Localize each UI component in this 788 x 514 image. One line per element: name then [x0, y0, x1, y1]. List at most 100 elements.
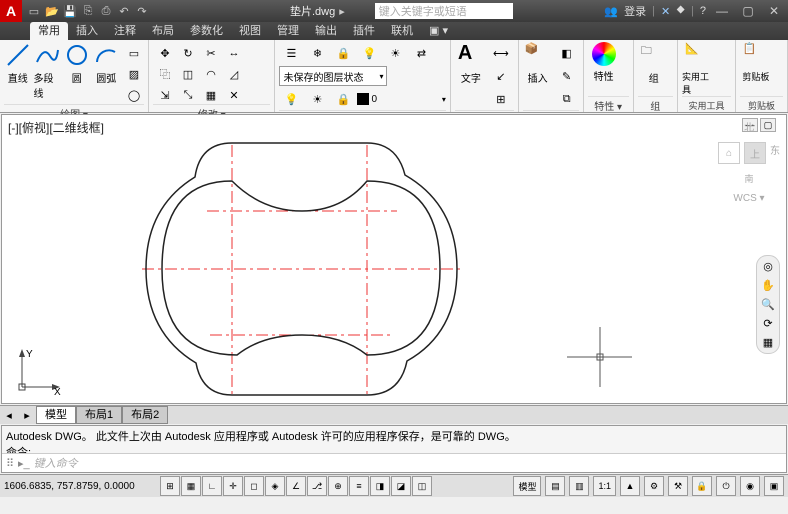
- rectangle-icon[interactable]: ▭: [122, 42, 146, 64]
- leader-icon[interactable]: ↙: [489, 65, 513, 87]
- block-attr-icon[interactable]: ⧉: [555, 88, 579, 110]
- lock-icon[interactable]: 🔒: [331, 88, 355, 110]
- ellipse-icon[interactable]: ◯: [122, 84, 146, 106]
- grid-toggle[interactable]: ▦: [181, 476, 201, 496]
- showmotion-icon[interactable]: ▦: [763, 336, 773, 349]
- tab-view[interactable]: 视图: [231, 22, 269, 40]
- qat-redo-icon[interactable]: ↷: [134, 3, 150, 19]
- infocenter-icon[interactable]: 👥: [604, 5, 618, 18]
- clean-screen-icon[interactable]: ▣: [764, 476, 784, 496]
- tab-layout[interactable]: 布局: [144, 22, 182, 40]
- lwt-toggle[interactable]: ≡: [349, 476, 369, 496]
- extend-icon[interactable]: ↔: [222, 42, 246, 64]
- tab-plugins[interactable]: 插件: [345, 22, 383, 40]
- layout-next-icon[interactable]: ▸: [18, 409, 36, 422]
- rotate-icon[interactable]: ↻: [176, 42, 200, 64]
- isolate-objects-icon[interactable]: ◉: [740, 476, 760, 496]
- hardware-accel-icon[interactable]: ⏻: [716, 476, 736, 496]
- clipboard-button[interactable]: 📋剪贴板: [740, 42, 772, 83]
- workspace-switch-icon[interactable]: ⚒: [668, 476, 688, 496]
- otrack-toggle[interactable]: ∠: [286, 476, 306, 496]
- drawing-canvas[interactable]: [-][俯视][二维线框] — ▢ Y X: [1, 114, 787, 404]
- dimension-icon[interactable]: ⟷: [489, 42, 513, 64]
- layer-isolate-icon[interactable]: ☀: [383, 42, 407, 64]
- wcs-label[interactable]: WCS ▾: [733, 193, 764, 204]
- tab-online[interactable]: 联机: [383, 22, 421, 40]
- minimize-button[interactable]: —: [712, 3, 732, 19]
- snap-toggle[interactable]: ⊞: [160, 476, 180, 496]
- exchange-icon[interactable]: ✕: [661, 5, 670, 18]
- ducs-toggle[interactable]: ⎇: [307, 476, 327, 496]
- osnap-toggle[interactable]: ◻: [244, 476, 264, 496]
- qat-save-icon[interactable]: 💾: [62, 3, 78, 19]
- pan-icon[interactable]: ✋: [761, 279, 775, 292]
- tab-extra[interactable]: ▣ ▾: [421, 22, 456, 40]
- close-button[interactable]: ✕: [764, 3, 784, 19]
- insert-block-button[interactable]: 📦插入: [523, 42, 553, 85]
- quickview-drawings-icon[interactable]: ▥: [569, 476, 589, 496]
- coordinate-readout[interactable]: 1606.6835, 757.8759, 0.0000: [4, 481, 154, 492]
- bulb-icon[interactable]: 💡: [279, 88, 303, 110]
- line-button[interactable]: 直线: [4, 42, 32, 85]
- qp-toggle[interactable]: ◪: [391, 476, 411, 496]
- dyn-toggle[interactable]: ⊕: [328, 476, 348, 496]
- help-icon[interactable]: ?: [700, 5, 706, 17]
- scale-icon[interactable]: ⤡: [176, 84, 200, 106]
- panel-util-label[interactable]: 实用工具: [682, 96, 731, 112]
- orbit-icon[interactable]: ⟳: [763, 317, 772, 330]
- layer-state-combo[interactable]: 未保存的图层状态▾: [279, 66, 387, 86]
- copy-icon[interactable]: ⿻: [153, 63, 177, 85]
- annovisibility-toggle[interactable]: ▲: [620, 476, 640, 496]
- qat-print-icon[interactable]: ⎙: [98, 3, 114, 19]
- panel-prop-label[interactable]: 特性 ▾: [588, 96, 629, 112]
- tab-output[interactable]: 输出: [307, 22, 345, 40]
- erase-icon[interactable]: ✕: [222, 84, 246, 106]
- tab-insert[interactable]: 插入: [68, 22, 106, 40]
- circle-button[interactable]: 圆: [63, 42, 91, 85]
- array-icon[interactable]: ▦: [199, 84, 223, 106]
- arc-button[interactable]: 圆弧: [93, 42, 121, 85]
- quickview-layouts-icon[interactable]: ▤: [545, 476, 565, 496]
- command-input[interactable]: 键入命令: [34, 455, 786, 471]
- layer-props-icon[interactable]: ☰: [279, 42, 303, 64]
- command-handle-icon[interactable]: ⠿: [2, 457, 18, 470]
- group-button[interactable]: 🗀组: [638, 42, 670, 85]
- qat-saveas-icon[interactable]: ⎘: [80, 3, 96, 19]
- create-block-icon[interactable]: ◧: [555, 42, 579, 64]
- viewcube-east-icon[interactable]: 东: [770, 142, 780, 164]
- fillet-icon[interactable]: ◠: [199, 63, 223, 85]
- edit-block-icon[interactable]: ✎: [555, 65, 579, 87]
- layer-color-swatch[interactable]: [357, 93, 369, 105]
- sc-toggle[interactable]: ◫: [412, 476, 432, 496]
- title-dropdown-icon[interactable]: ▸: [339, 5, 345, 18]
- viewcube-south-icon[interactable]: 南: [744, 172, 753, 185]
- zoom-icon[interactable]: 🔍: [761, 298, 775, 311]
- hatch-icon[interactable]: ▨: [122, 63, 146, 85]
- tab-layout2[interactable]: 布局2: [122, 406, 168, 424]
- lock-ui-icon[interactable]: 🔒: [692, 476, 712, 496]
- tpy-toggle[interactable]: ◨: [370, 476, 390, 496]
- maximize-button[interactable]: ▢: [738, 3, 758, 19]
- model-space-button[interactable]: 模型: [513, 476, 541, 496]
- move-icon[interactable]: ✥: [153, 42, 177, 64]
- 3dosnap-toggle[interactable]: ◈: [265, 476, 285, 496]
- annoautoscale-toggle[interactable]: ⚙: [644, 476, 664, 496]
- qat-undo-icon[interactable]: ↶: [116, 3, 132, 19]
- mirror-icon[interactable]: ◫: [176, 63, 200, 85]
- tab-model[interactable]: 模型: [36, 406, 76, 424]
- layer-lock-icon[interactable]: 🔒: [331, 42, 355, 64]
- sun-icon[interactable]: ☀: [305, 88, 329, 110]
- tab-layout1[interactable]: 布局1: [76, 406, 122, 424]
- tab-home[interactable]: 常用: [30, 22, 68, 40]
- annoscale-button[interactable]: 1:1: [593, 476, 616, 496]
- utilities-button[interactable]: 📐实用工具: [682, 42, 714, 96]
- qat-new-icon[interactable]: ▭: [26, 3, 42, 19]
- steering-wheel-icon[interactable]: ◎: [763, 260, 773, 273]
- viewcube-home-icon[interactable]: ⌂: [718, 142, 740, 164]
- stretch-icon[interactable]: ⇲: [153, 84, 177, 106]
- qat-open-icon[interactable]: 📂: [44, 3, 60, 19]
- layer-freeze-icon[interactable]: ❄: [305, 42, 329, 64]
- table-icon[interactable]: ⊞: [489, 88, 513, 110]
- viewcube-top-icon[interactable]: 上: [744, 142, 766, 164]
- layer-match-icon[interactable]: ⇄: [409, 42, 433, 64]
